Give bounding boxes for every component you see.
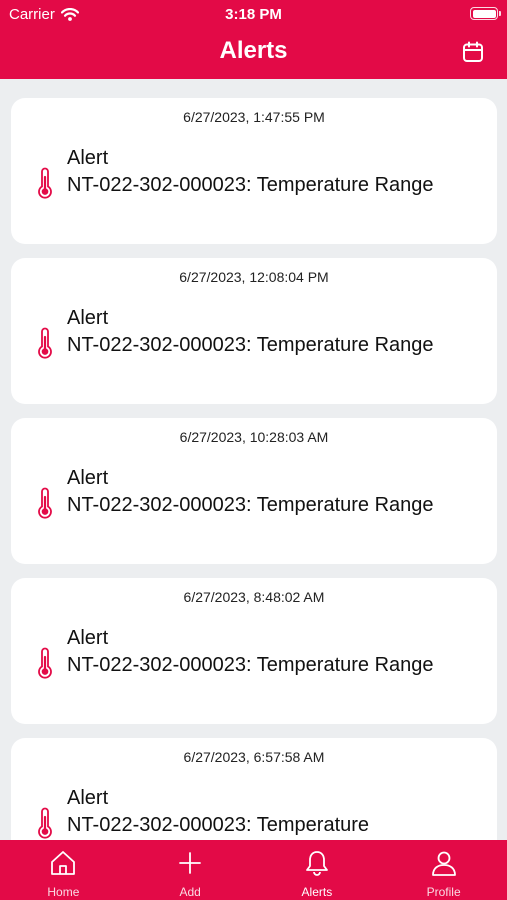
tab-add[interactable]: Add — [127, 840, 254, 900]
alert-card[interactable]: 6/27/2023, 1:47:55 PM Alert NT-022-302-0… — [11, 98, 497, 244]
tab-home[interactable]: Home — [0, 840, 127, 900]
alert-card[interactable]: 6/27/2023, 10:28:03 AM Alert NT-022-302-… — [11, 418, 497, 564]
tab-alerts[interactable]: Alerts — [254, 840, 381, 900]
alerts-list[interactable]: 6/27/2023, 1:47:55 PM Alert NT-022-302-0… — [0, 79, 507, 840]
tab-label: Alerts — [301, 885, 333, 899]
alert-type: Alert — [67, 307, 109, 329]
alert-message: NT-022-302-000023: Temperature Range — [67, 173, 434, 196]
alert-type: Alert — [67, 467, 109, 489]
battery-icon — [470, 7, 501, 20]
alert-type: Alert — [67, 627, 109, 649]
tab-profile[interactable]: Profile — [380, 840, 507, 900]
person-icon — [431, 851, 456, 876]
alert-timestamp: 6/27/2023, 12:08:04 PM — [179, 269, 329, 285]
bell-icon — [305, 851, 328, 876]
alert-type: Alert — [67, 147, 109, 169]
tab-label: Add — [179, 885, 201, 899]
alert-message: NT-022-302-000023: Temperature Range — [67, 333, 434, 356]
home-icon — [51, 851, 76, 875]
alert-card[interactable]: 6/27/2023, 12:08:04 PM Alert NT-022-302-… — [11, 258, 497, 404]
status-time: 3:18 PM — [225, 6, 282, 23]
alert-timestamp: 6/27/2023, 6:57:58 AM — [183, 749, 325, 765]
header: Carrier 3:18 PM Alerts — [0, 0, 507, 79]
alert-card[interactable]: 6/27/2023, 8:48:02 AM Alert NT-022-302-0… — [11, 578, 497, 724]
calendar-icon[interactable] — [461, 40, 485, 64]
alert-message: NT-022-302-000023: Temperature — [67, 813, 370, 836]
tab-label: Profile — [426, 885, 461, 899]
alert-timestamp: 6/27/2023, 8:48:02 AM — [183, 589, 325, 605]
plus-icon — [179, 852, 202, 874]
tab-bar: Home Add Alerts Profile — [0, 840, 507, 900]
alert-type: Alert — [67, 787, 109, 809]
alert-message: NT-022-302-000023: Temperature Range — [67, 653, 434, 676]
thermometer-icon — [38, 167, 52, 199]
thermometer-icon — [38, 487, 52, 519]
tab-label: Home — [47, 885, 80, 899]
status-bar: Carrier 3:18 PM — [0, 0, 507, 28]
thermometer-icon — [38, 807, 52, 839]
page-title: Alerts — [219, 37, 288, 64]
alert-card[interactable]: 6/27/2023, 6:57:58 AM Alert NT-022-302-0… — [11, 738, 497, 840]
thermometer-icon — [38, 327, 52, 359]
alert-timestamp: 6/27/2023, 10:28:03 AM — [179, 429, 329, 445]
alert-timestamp: 6/27/2023, 1:47:55 PM — [183, 109, 325, 125]
thermometer-icon — [38, 647, 52, 679]
alert-message: NT-022-302-000023: Temperature Range — [67, 493, 434, 516]
